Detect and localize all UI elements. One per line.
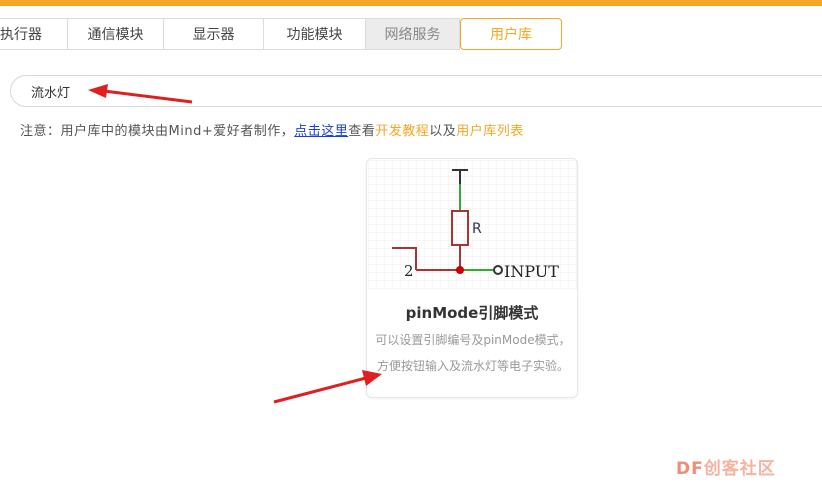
tab-user-library[interactable]: 用户库 (460, 18, 562, 50)
resistor-label: R (472, 221, 482, 237)
tab-function[interactable]: 功能模块 (264, 18, 366, 50)
dfrobot-watermark: DF创客社区 (676, 459, 776, 479)
notice-text: 注意：用户库中的模块由Mind+爱好者制作，点击这里查看开发教程以及用户库列表 (20, 124, 524, 139)
tab-communication[interactable]: 通信模块 (68, 18, 164, 50)
card-description: 可以设置引脚编号及pinMode模式，方便按钮输入及流水灯等电子实验。 (375, 333, 571, 373)
search-input[interactable]: 流水灯 (10, 75, 822, 107)
top-accent-bar (0, 0, 822, 6)
tab-display[interactable]: 显示器 (164, 18, 264, 50)
tab-network[interactable]: 网络服务 (366, 18, 460, 50)
user-library-list-link[interactable]: 用户库列表 (456, 124, 524, 139)
input-label: INPUT (504, 262, 559, 281)
click-here-link[interactable]: 点击这里 (294, 124, 348, 139)
dev-tutorial-link[interactable]: 开发教程 (375, 124, 429, 139)
circuit-diagram: R 2 INPUT (368, 160, 578, 290)
card-title: pinMode引脚模式 (405, 304, 539, 322)
category-tabs: 执行器 通信模块 显示器 功能模块 网络服务 用户库 (0, 18, 562, 52)
tab-executor[interactable]: 执行器 (0, 18, 68, 50)
pin-number-label: 2 (404, 262, 414, 280)
